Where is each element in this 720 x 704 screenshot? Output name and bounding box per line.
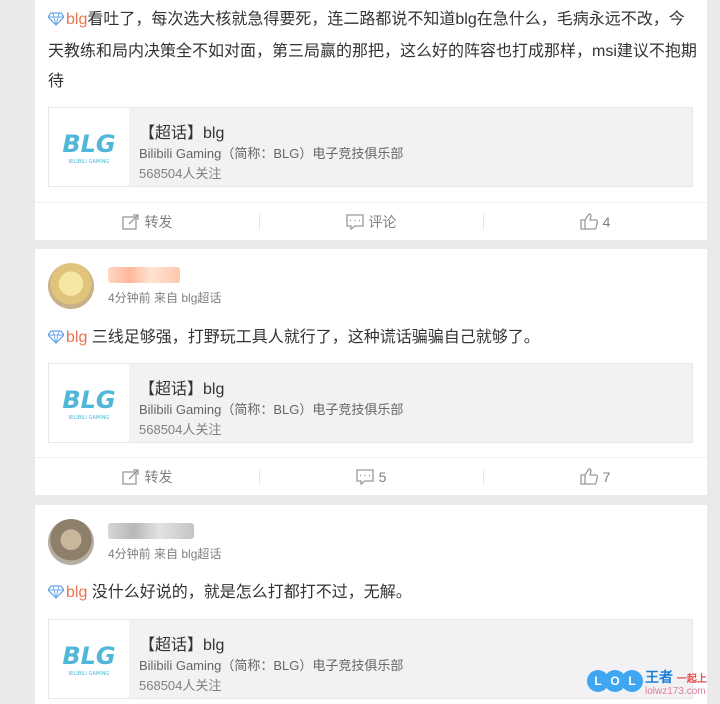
topic-link[interactable]: blg: [66, 584, 87, 601]
topic-link[interactable]: blg: [66, 11, 87, 28]
svg-text:BILIBILI GAMING: BILIBILI GAMING: [69, 671, 110, 677]
username-blurred[interactable]: [108, 523, 194, 539]
post-body: 没什么好说的，就是怎么打都打不过，无解。: [87, 584, 412, 601]
repost-button[interactable]: 转发: [35, 458, 259, 495]
post-body: 三线足够强，打野玩工具人就行了，这种谎话骗骗自己就够了。: [87, 329, 540, 346]
repost-icon: [121, 468, 139, 485]
diamond-icon: [47, 325, 65, 355]
like-count: 7: [602, 468, 611, 485]
post-meta: 4分钟前 来自 blg超话: [108, 545, 221, 562]
repost-label: 转发: [144, 213, 173, 230]
post-source[interactable]: 来自 blg超话: [154, 291, 221, 305]
repost-label: 转发: [144, 468, 173, 485]
diamond-icon: [47, 7, 65, 37]
like-button[interactable]: 4: [483, 203, 707, 240]
supertopic-followers: 568504人关注: [139, 422, 222, 437]
watermark-tag: 一起上: [676, 674, 707, 685]
post-text: blg看吐了，每次选大核就急得要死，连二路都说不知道blg在急什么，毛病永远不改…: [47, 5, 698, 97]
comment-count: 5: [378, 468, 387, 485]
comment-button[interactable]: 评论: [259, 203, 483, 240]
watermark-letter: L: [621, 670, 643, 692]
repost-icon: [121, 213, 139, 230]
svg-text:BLG: BLG: [62, 130, 115, 158]
svg-text:BLG: BLG: [62, 642, 115, 670]
post-source[interactable]: 来自 blg超话: [154, 547, 221, 561]
like-icon: [579, 468, 598, 485]
action-bar: 转发 评论 4: [35, 202, 707, 240]
comment-icon: [345, 213, 364, 230]
like-icon: [579, 213, 598, 230]
post-text: blg 三线足够强，打野玩工具人就行了，这种谎话骗骗自己就够了。: [47, 323, 698, 355]
username-blurred[interactable]: [108, 267, 180, 283]
supertopic-card[interactable]: BLG BILIBILI GAMING 【超话】blg Bilibili Gam…: [48, 107, 693, 187]
weibo-post-card: blg看吐了，每次选大核就急得要死，连二路都说不知道blg在急什么，毛病永远不改…: [35, 0, 707, 240]
post-header: 4分钟前 来自 blg超话: [48, 263, 448, 313]
supertopic-title[interactable]: 【超话】blg: [139, 375, 224, 399]
supertopic-description: Bilibili Gaming（简称：BLG）电子竞技俱乐部: [139, 146, 404, 161]
watermark-url: lolwz173.com: [645, 686, 706, 697]
blg-logo: BLG BILIBILI GAMING: [49, 620, 129, 698]
diamond-icon: [47, 580, 65, 610]
svg-text:BILIBILI GAMING: BILIBILI GAMING: [69, 415, 110, 421]
site-watermark: L O L 王者 一起上 lolwz173.com: [585, 664, 720, 704]
comment-icon: [355, 468, 374, 485]
avatar[interactable]: [48, 519, 94, 565]
supertopic-description: Bilibili Gaming（简称：BLG）电子竞技俱乐部: [139, 658, 404, 673]
supertopic-card[interactable]: BLG BILIBILI GAMING 【超话】blg Bilibili Gam…: [48, 363, 693, 443]
post-time[interactable]: 4分钟前: [108, 291, 151, 305]
blg-logo: BLG BILIBILI GAMING: [49, 108, 129, 186]
post-text: blg 没什么好说的，就是怎么打都打不过，无解。: [47, 578, 698, 610]
supertopic-followers: 568504人关注: [139, 166, 222, 181]
supertopic-description: Bilibili Gaming（简称：BLG）电子竞技俱乐部: [139, 402, 404, 417]
post-body: 看吐了，每次选大核就急得要死，连二路都说不知道blg在急什么，毛病永远不改，今天…: [48, 11, 697, 90]
avatar[interactable]: [48, 263, 94, 309]
supertopic-followers: 568504人关注: [139, 678, 222, 693]
comment-label: 评论: [368, 213, 397, 230]
weibo-post-card: 4分钟前 来自 blg超话 blg 三线足够强，打野玩工具人就行了，这种谎话骗骗…: [35, 249, 707, 495]
blg-logo: BLG BILIBILI GAMING: [49, 364, 129, 442]
svg-text:BILIBILI GAMING: BILIBILI GAMING: [69, 159, 110, 165]
post-header: 4分钟前 来自 blg超话: [48, 519, 448, 569]
svg-text:BLG: BLG: [62, 386, 115, 414]
post-meta: 4分钟前 来自 blg超话: [108, 289, 221, 306]
like-count: 4: [602, 213, 611, 230]
watermark-name: 王者: [645, 669, 673, 685]
like-button[interactable]: 7: [483, 458, 707, 495]
supertopic-title[interactable]: 【超话】blg: [139, 631, 224, 655]
supertopic-title[interactable]: 【超话】blg: [139, 119, 224, 143]
topic-link[interactable]: blg: [66, 329, 87, 346]
repost-button[interactable]: 转发: [35, 203, 259, 240]
comment-button[interactable]: 5: [259, 458, 483, 495]
action-bar: 转发 5 7: [35, 457, 707, 495]
watermark-title: 王者 一起上: [645, 667, 707, 687]
post-time[interactable]: 4分钟前: [108, 547, 151, 561]
